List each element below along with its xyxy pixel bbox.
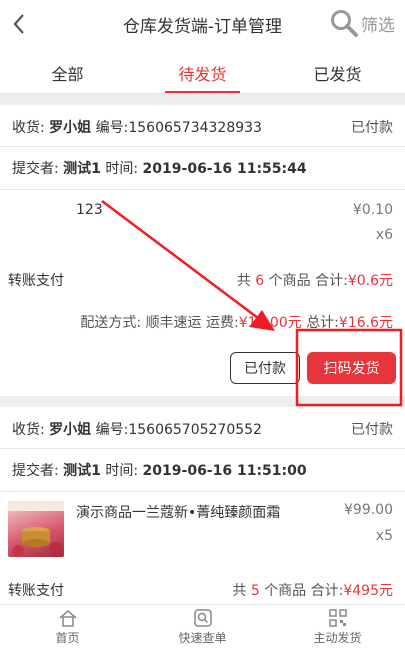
qr-code-icon [328,609,347,627]
grand-total-label: 总计: [306,315,339,331]
order-card: 收货: 罗小姐 编号:156065734328933 已付款 提交者: 测试1 … [0,105,405,396]
filter-label: 筛选 [361,15,395,36]
receiver-name: 罗小姐 [49,422,92,438]
product-name: 123 [76,202,103,218]
divider [0,189,405,190]
item-count: 6 [255,273,265,289]
receiver-label: 收货: [12,120,45,136]
bottom-nav: 首页 快速查单 主动发货 [0,604,405,652]
order-time: 2019-06-16 11:51:00 [142,463,307,479]
subtotal: ¥0.6元 [347,273,393,289]
payment-method: 转账支付 [8,583,64,599]
nav-home[interactable]: 首页 [0,605,135,652]
cream-jar-image [8,501,64,557]
total-prefix: 共 [236,273,251,289]
order-number-label: 编号: [95,422,129,438]
divider [0,448,405,449]
count-suffix: 个商品 合计: [264,583,344,599]
paid-button[interactable]: 已付款 [230,352,300,384]
tab-all[interactable]: 全部 [0,48,135,93]
product-thumbnail[interactable] [8,501,64,557]
nav-home-label: 首页 [55,631,80,645]
time-label: 时间: [105,463,139,479]
grand-total: ¥16.6元 [338,315,393,331]
order-time: 2019-06-16 11:55:44 [142,161,307,177]
product-price: ¥99.00 [344,502,393,518]
total-prefix: 共 [232,583,247,599]
product-price: ¥0.10 [352,202,393,218]
nav-quick-search-label: 快速查单 [178,631,227,645]
receiver-name: 罗小姐 [49,120,92,136]
nav-active-ship[interactable]: 主动发货 [270,605,405,652]
order-status: 已付款 [351,120,393,136]
receiver-label: 收货: [12,422,45,438]
delivery-method: 顺丰速运 [145,315,202,331]
top-bar: 仓库发货端-订单管理 筛选 [0,0,405,48]
order-card: 收货: 罗小姐 编号:156065705270552 已付款 提交者: 测试1 … [0,407,405,604]
delivery-label: 配送方式: [80,315,142,331]
item-count: 5 [250,583,260,599]
filter-button[interactable]: 筛选 [329,8,395,38]
nav-quick-search[interactable]: 快速查单 [135,605,270,652]
tab-shipped[interactable]: 已发货 [270,48,405,93]
order-tabs: 全部 待发货 已发货 [0,48,405,94]
scan-ship-button[interactable]: 扫码发货 [307,352,396,384]
submitter-label: 提交者: [12,161,59,177]
tab-pending-shipment[interactable]: 待发货 [135,48,270,93]
home-icon [59,610,76,627]
product-quantity: x5 [375,528,393,544]
order-number: 156065705270552 [128,422,262,438]
order-status: 已付款 [351,422,393,438]
count-suffix: 个商品 合计: [268,273,348,289]
order-number-label: 编号: [95,120,129,136]
freight-value: ¥16.00元 [238,315,302,331]
freight-label: 运费: [206,315,239,331]
submitter-name: 测试1 [63,161,101,177]
time-label: 时间: [105,161,139,177]
order-number: 156065734328933 [128,120,262,136]
subtotal: ¥495元 [343,583,393,599]
product-name: 演示商品一兰蔻新•菁纯臻颜面霜 [76,505,281,521]
product-quantity: x6 [375,227,393,243]
submitter-label: 提交者: [12,463,59,479]
payment-method: 转账支付 [8,273,64,289]
divider [0,146,405,147]
submitter-name: 测试1 [63,463,101,479]
divider [0,491,405,492]
nav-active-ship-label: 主动发货 [313,631,362,645]
search-icon [331,10,358,37]
quick-search-icon [193,609,212,627]
